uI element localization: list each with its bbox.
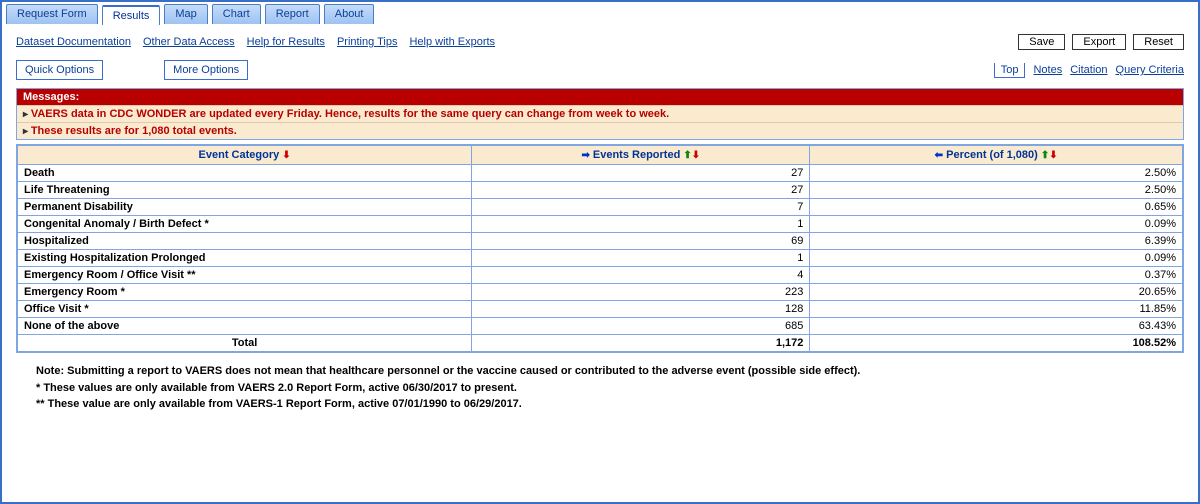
help-link[interactable]: Help for Results bbox=[247, 36, 325, 48]
sort-up-icon: ⬆ bbox=[683, 150, 691, 161]
help-link[interactable]: Dataset Documentation bbox=[16, 36, 131, 48]
save-button[interactable]: Save bbox=[1018, 34, 1065, 50]
cell-category: Emergency Room / Office Visit ** bbox=[17, 267, 472, 284]
cell-events: 27 bbox=[472, 165, 810, 182]
message-row: These results are for 1,080 total events… bbox=[17, 122, 1183, 139]
cell-category: Emergency Room * bbox=[17, 284, 472, 301]
cell-category: Death bbox=[17, 165, 472, 182]
cell-percent: 11.85% bbox=[810, 301, 1183, 318]
tab-results[interactable]: Results bbox=[102, 5, 161, 25]
help-link[interactable]: Help with Exports bbox=[409, 36, 495, 48]
cell-events: 685 bbox=[472, 318, 810, 335]
cell-events: 27 bbox=[472, 182, 810, 199]
tab-about[interactable]: About bbox=[324, 4, 375, 24]
cell-percent: 0.65% bbox=[810, 199, 1183, 216]
sort-down-icon: ⬇ bbox=[282, 150, 290, 161]
cell-events: 69 bbox=[472, 233, 810, 250]
cell-percent: 2.50% bbox=[810, 182, 1183, 199]
table-row: Death272.50% bbox=[17, 165, 1183, 182]
table-row: Permanent Disability70.65% bbox=[17, 199, 1183, 216]
top-link[interactable]: Top bbox=[994, 63, 1026, 78]
col-header-category[interactable]: Event Category ⬇ bbox=[17, 145, 472, 165]
cell-percent: 6.39% bbox=[810, 233, 1183, 250]
cell-events: 223 bbox=[472, 284, 810, 301]
notes-link[interactable]: Notes bbox=[1033, 64, 1062, 76]
table-row: Life Threatening272.50% bbox=[17, 182, 1183, 199]
arrow-left-icon: ⬅ bbox=[935, 150, 943, 161]
table-row: Emergency Room *22320.65% bbox=[17, 284, 1183, 301]
cell-events: 1 bbox=[472, 250, 810, 267]
cell-percent: 0.09% bbox=[810, 216, 1183, 233]
cell-events: 128 bbox=[472, 301, 810, 318]
cell-events: 7 bbox=[472, 199, 810, 216]
results-table: Event Category ⬇ ➡ Events Reported ⬆⬇ ⬅ … bbox=[16, 144, 1184, 353]
table-row: Hospitalized696.39% bbox=[17, 233, 1183, 250]
help-link[interactable]: Other Data Access bbox=[143, 36, 235, 48]
help-links: Dataset Documentation Other Data Access He… bbox=[16, 36, 507, 48]
tab-chart[interactable]: Chart bbox=[212, 4, 261, 24]
messages-panel: Messages: VAERS data in CDC WONDER are u… bbox=[16, 88, 1184, 140]
tab-report[interactable]: Report bbox=[265, 4, 320, 24]
table-total-row: Total1,172108.52% bbox=[17, 335, 1183, 353]
quick-options-button[interactable]: Quick Options bbox=[16, 60, 103, 80]
cell-percent: 0.37% bbox=[810, 267, 1183, 284]
cell-category: Life Threatening bbox=[17, 182, 472, 199]
total-percent: 108.52% bbox=[810, 335, 1183, 353]
total-label: Total bbox=[17, 335, 472, 353]
cell-percent: 20.65% bbox=[810, 284, 1183, 301]
export-button[interactable]: Export bbox=[1072, 34, 1126, 50]
tab-bar: Request FormResultsMapChartReportAbout bbox=[2, 2, 1198, 24]
messages-header: Messages: bbox=[17, 89, 1183, 105]
tab-map[interactable]: Map bbox=[164, 4, 207, 24]
citation-link[interactable]: Citation bbox=[1070, 64, 1107, 76]
footnote-text: ** These value are only available from V… bbox=[36, 396, 1184, 413]
cell-percent: 0.09% bbox=[810, 250, 1183, 267]
reset-button[interactable]: Reset bbox=[1133, 34, 1184, 50]
cell-category: Permanent Disability bbox=[17, 199, 472, 216]
cell-events: 1 bbox=[472, 216, 810, 233]
table-row: Office Visit *12811.85% bbox=[17, 301, 1183, 318]
more-options-button[interactable]: More Options bbox=[164, 60, 248, 80]
cell-category: Congenital Anomaly / Birth Defect * bbox=[17, 216, 472, 233]
help-link[interactable]: Printing Tips bbox=[337, 36, 398, 48]
cell-category: Office Visit * bbox=[17, 301, 472, 318]
table-row: Emergency Room / Office Visit **40.37% bbox=[17, 267, 1183, 284]
tab-request-form[interactable]: Request Form bbox=[6, 4, 98, 24]
sort-down-icon: ⬇ bbox=[1049, 150, 1057, 161]
col-header-percent[interactable]: ⬅ Percent (of 1,080) ⬆⬇ bbox=[810, 145, 1183, 165]
footnote-text: * These values are only available from V… bbox=[36, 380, 1184, 397]
sort-down-icon: ⬇ bbox=[692, 150, 700, 161]
table-row: None of the above68563.43% bbox=[17, 318, 1183, 335]
total-events: 1,172 bbox=[472, 335, 810, 353]
cell-category: Existing Hospitalization Prolonged bbox=[17, 250, 472, 267]
cell-events: 4 bbox=[472, 267, 810, 284]
arrow-right-icon: ➡ bbox=[581, 150, 589, 161]
cell-percent: 2.50% bbox=[810, 165, 1183, 182]
table-row: Existing Hospitalization Prolonged10.09% bbox=[17, 250, 1183, 267]
message-row: VAERS data in CDC WONDER are updated eve… bbox=[17, 105, 1183, 122]
footnote-text: Note: Submitting a report to VAERS does … bbox=[36, 363, 1184, 380]
cell-category: None of the above bbox=[17, 318, 472, 335]
cell-category: Hospitalized bbox=[17, 233, 472, 250]
cell-percent: 63.43% bbox=[810, 318, 1183, 335]
col-header-events[interactable]: ➡ Events Reported ⬆⬇ bbox=[472, 145, 810, 165]
table-row: Congenital Anomaly / Birth Defect *10.09… bbox=[17, 216, 1183, 233]
footnotes: Note: Submitting a report to VAERS does … bbox=[16, 363, 1184, 413]
query-criteria-link[interactable]: Query Criteria bbox=[1116, 64, 1184, 76]
